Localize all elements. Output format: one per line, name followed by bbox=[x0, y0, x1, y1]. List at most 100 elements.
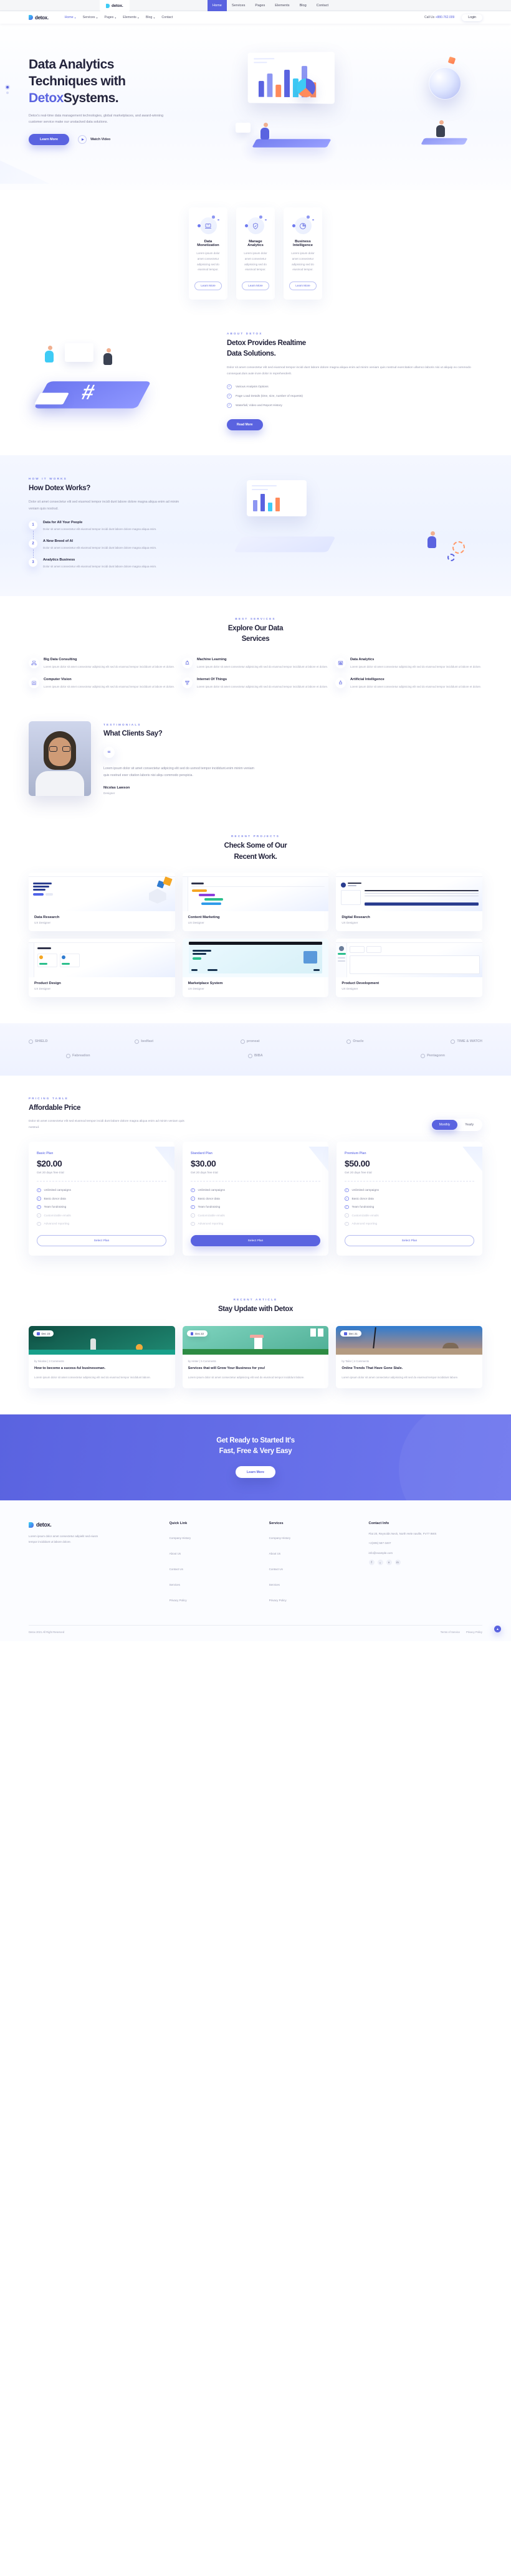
hero-title: Data Analytics Techniques with DetoxSyst… bbox=[29, 56, 216, 107]
footer-link-item[interactable]: About Us bbox=[170, 1546, 260, 1558]
blog-post-title[interactable]: How to become a sucess-ful businessman. bbox=[34, 1366, 170, 1371]
hero-learn-more-button[interactable]: Learn More bbox=[29, 134, 70, 146]
calendar-icon bbox=[344, 1332, 347, 1335]
brand-mark-icon bbox=[66, 1053, 70, 1058]
pricing-card-standard[interactable]: Standard Plan $30.00 Get 20 days free tr… bbox=[183, 1141, 328, 1256]
footer-phone[interactable]: +2(305) 587-3407 bbox=[369, 1540, 441, 1546]
plan-feature-label: Advanced reporting bbox=[44, 1222, 70, 1226]
pricing-card-basic[interactable]: Basic Plan $20.00 Get 20 days free trial… bbox=[29, 1141, 174, 1256]
cta-learn-more-button[interactable]: Learn More bbox=[236, 1466, 275, 1479]
footer-link[interactable]: Services bbox=[269, 1583, 280, 1586]
footer-link[interactable]: Privacy Policy bbox=[170, 1599, 187, 1602]
service-item[interactable]: Machine Learning Lorem ipsum dolor sit am… bbox=[182, 657, 329, 670]
nav-item-blog[interactable]: Blog ▾ bbox=[146, 16, 155, 19]
project-card[interactable]: Data Research UX Designer bbox=[29, 872, 175, 931]
blog-card[interactable]: Dec 22 by Hinter | 5 Comments Services t… bbox=[182, 1326, 329, 1388]
check-circle-icon: ✓ bbox=[191, 1196, 195, 1201]
footer-terms-link[interactable]: Terms of Service bbox=[441, 1631, 460, 1634]
footer-link-item[interactable]: Contact Us bbox=[170, 1562, 260, 1573]
select-plan-button-premium[interactable]: Select Plan bbox=[345, 1235, 474, 1247]
feature-learn-more-button[interactable]: Learn More bbox=[242, 281, 269, 290]
billing-period-toggle[interactable]: Monthly Yearly bbox=[430, 1118, 482, 1131]
footer-link[interactable]: Privacy Policy bbox=[269, 1599, 287, 1602]
project-card[interactable]: Product Development UX Designer bbox=[336, 938, 482, 997]
preview-nav-pages[interactable]: Pages bbox=[250, 0, 270, 11]
nav-item-home[interactable]: Home ▾ bbox=[65, 16, 76, 19]
footer-link-item[interactable]: Services bbox=[269, 1578, 360, 1589]
service-item[interactable]: Internet Of Things Lorem ipsum dolor sit … bbox=[182, 678, 329, 690]
vimeo-icon[interactable]: v bbox=[386, 1559, 392, 1565]
blog-section: RECENT ARTICLE Stay Update with Detox De… bbox=[0, 1281, 511, 1414]
footer-logo[interactable]: detox. bbox=[29, 1522, 161, 1528]
project-card[interactable]: Marketplace System UX Designer bbox=[182, 938, 329, 997]
step-title: A New Breed of AI bbox=[43, 539, 74, 543]
select-plan-button-basic[interactable]: Select Plan bbox=[37, 1235, 166, 1247]
select-plan-button-standard[interactable]: Select Plan bbox=[191, 1235, 320, 1247]
service-title: Data Analytics bbox=[350, 657, 375, 661]
preview-nav-contact[interactable]: Contact bbox=[312, 0, 333, 11]
network-icon bbox=[29, 657, 39, 668]
service-item[interactable]: Data Analytics Lorem ipsum dolor sit amet… bbox=[335, 657, 482, 670]
nav-item-contact[interactable]: Contact bbox=[161, 16, 173, 19]
footer-link-item[interactable]: Company History bbox=[269, 1531, 360, 1542]
linkedin-icon[interactable]: in bbox=[394, 1559, 401, 1565]
preview-nav-services[interactable]: Services bbox=[227, 0, 250, 11]
login-button[interactable]: Login bbox=[462, 14, 482, 21]
slider-dot-2[interactable] bbox=[6, 92, 9, 94]
footer-link[interactable]: Services bbox=[170, 1583, 180, 1586]
hero-slider-dots[interactable] bbox=[6, 86, 9, 94]
service-item[interactable]: Computer Vision Lorem ipsum dolor sit ame… bbox=[29, 678, 176, 690]
footer-link[interactable]: About Us bbox=[170, 1552, 181, 1555]
blog-post-title[interactable]: Online Trends That Have Gone Stale. bbox=[341, 1366, 477, 1371]
footer-link-item[interactable]: About Us bbox=[269, 1546, 360, 1558]
plan-feature: ✓ Unlimited campaigns bbox=[345, 1188, 474, 1193]
blog-excerpt: Lorem ipsum dolor sit amet consectetur a… bbox=[34, 1375, 151, 1379]
preview-nav-blog[interactable]: Blog bbox=[295, 0, 312, 11]
blog-card[interactable]: Dec 21 by Tailor | 4 Comments Online Tre… bbox=[336, 1326, 482, 1388]
slider-dot-1[interactable] bbox=[6, 86, 9, 88]
feature-learn-more-button[interactable]: Learn More bbox=[194, 281, 222, 290]
feature-card[interactable]: Manage Analytics Lorem ipsum dolor amet … bbox=[236, 207, 275, 300]
footer-privacy-link[interactable]: Privacy Policy bbox=[466, 1631, 482, 1634]
footer-link-item[interactable]: Services bbox=[170, 1578, 260, 1589]
footer-email[interactable]: info@example.com bbox=[369, 1550, 441, 1556]
cube-graphic bbox=[447, 56, 456, 65]
footer-link-item[interactable]: Privacy Policy bbox=[269, 1593, 360, 1604]
project-title: Marketplace System bbox=[188, 981, 223, 985]
footer-link[interactable]: Contact Us bbox=[170, 1568, 183, 1571]
feature-card[interactable]: Business Intelligence Lorem ipsum dolor … bbox=[284, 207, 322, 300]
preview-nav-elements[interactable]: Elements bbox=[270, 0, 294, 11]
feature-card[interactable]: Data Monetization Lorem ipsum dolor amet… bbox=[189, 207, 227, 300]
project-card[interactable]: Content Marketing UX Designer bbox=[182, 872, 329, 931]
footer-link[interactable]: Contact Us bbox=[269, 1568, 283, 1571]
browser-tab-title: detox. bbox=[112, 3, 123, 8]
pricing-card-premium[interactable]: Premium Plan $50.00 Get 20 days free tri… bbox=[337, 1141, 482, 1256]
blog-post-title[interactable]: Services that will Grow Your Business fo… bbox=[188, 1366, 323, 1371]
pricing-eyebrow: PRICING TABLE bbox=[29, 1096, 69, 1100]
browser-tab[interactable]: detox. bbox=[100, 0, 130, 11]
footer-link[interactable]: About Us bbox=[269, 1552, 281, 1555]
feature-learn-more-button[interactable]: Learn More bbox=[289, 281, 317, 290]
footer-link-item[interactable]: Company History bbox=[170, 1531, 260, 1542]
project-card[interactable]: Product Design UX Designer bbox=[29, 938, 175, 997]
nav-item-pages[interactable]: Pages ▾ bbox=[105, 16, 117, 19]
nav-item-services[interactable]: Services ▾ bbox=[83, 16, 98, 19]
project-card[interactable]: Digital Research UX Designer bbox=[336, 872, 482, 931]
footer-link[interactable]: Company History bbox=[170, 1537, 191, 1540]
nav-item-elements[interactable]: Elements ▾ bbox=[123, 16, 139, 19]
footer-link-item[interactable]: Privacy Policy bbox=[170, 1593, 260, 1604]
service-item[interactable]: Artificial Intelligence Lorem ipsum dolor… bbox=[335, 678, 482, 690]
service-item[interactable]: Big Data Consulting Lorem ipsum dolor sit… bbox=[29, 657, 176, 670]
toggle-monthly-button[interactable]: Monthly bbox=[431, 1119, 458, 1130]
call-us-number[interactable]: +880.762.009 bbox=[436, 16, 455, 19]
blog-card[interactable]: Dec 23 by Nicolas | 3 Comments How to be… bbox=[29, 1326, 175, 1388]
watch-video-button[interactable]: Watch Video bbox=[78, 135, 110, 144]
brand-logo[interactable]: detox. bbox=[29, 15, 49, 21]
about-read-more-button[interactable]: Read More bbox=[227, 419, 263, 431]
preview-nav-home[interactable]: Home bbox=[208, 0, 227, 11]
footer-link[interactable]: Company History bbox=[269, 1537, 291, 1540]
footer-link-item[interactable]: Contact Us bbox=[269, 1562, 360, 1573]
twitter-icon[interactable]: ᵥ bbox=[377, 1559, 383, 1565]
facebook-icon[interactable]: f bbox=[368, 1559, 375, 1565]
toggle-yearly-button[interactable]: Yearly bbox=[457, 1120, 481, 1130]
